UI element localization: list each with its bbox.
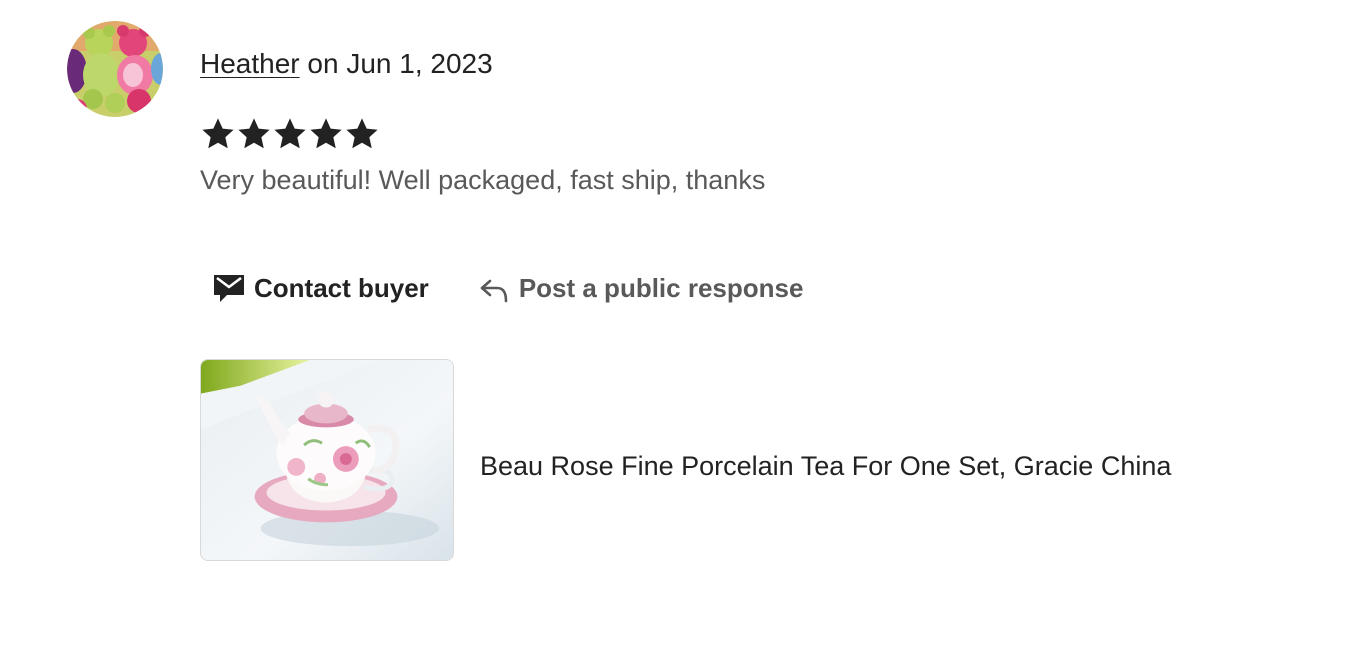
- review-header: Heather on Jun 1, 2023: [200, 46, 493, 82]
- reviewer-name-link[interactable]: Heather: [200, 48, 300, 79]
- post-public-response-button[interactable]: Post a public response: [479, 266, 804, 310]
- review-text: Very beautiful! Well packaged, fast ship…: [200, 165, 766, 195]
- contact-buyer-label: Contact buyer: [254, 272, 429, 303]
- listing-title-link[interactable]: Beau Rose Fine Porcelain Tea For One Set…: [480, 448, 1171, 484]
- contact-buyer-button[interactable]: Contact buyer: [200, 266, 429, 310]
- reply-arrow-icon: [479, 277, 509, 303]
- review-date: on Jun 1, 2023: [299, 48, 493, 79]
- star-icon: [310, 118, 342, 149]
- listing-image[interactable]: [200, 359, 454, 561]
- star-rating: [200, 116, 380, 152]
- star-icon: [274, 118, 306, 149]
- review-actions: Contact buyer Post a public response: [200, 266, 803, 310]
- star-icon: [238, 118, 270, 149]
- teapot-product-photo: [201, 360, 453, 560]
- reviewer-avatar[interactable]: [67, 21, 163, 117]
- star-icon: [346, 118, 378, 149]
- star-icon: [202, 118, 234, 149]
- avatar-image: [67, 21, 163, 117]
- post-public-response-label: Post a public response: [518, 272, 804, 303]
- envelope-icon: [213, 273, 245, 303]
